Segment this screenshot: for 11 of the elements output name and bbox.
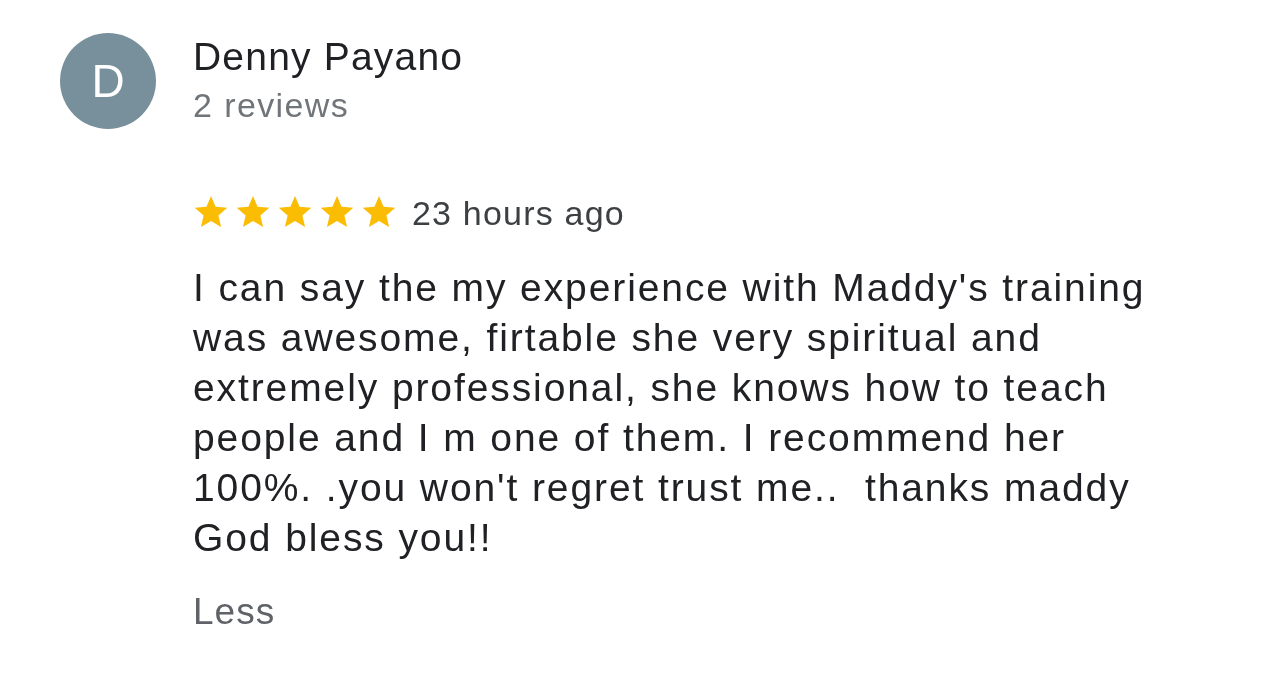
star-icon xyxy=(235,196,271,230)
less-link[interactable]: Less xyxy=(193,590,276,634)
star-icon xyxy=(319,196,355,230)
star-icon xyxy=(361,196,397,230)
reviewer-name[interactable]: Denny Payano xyxy=(193,33,464,81)
review-time: 23 hours ago xyxy=(412,193,625,233)
review-count: 2 reviews xyxy=(193,85,351,126)
star-icon xyxy=(193,196,229,230)
avatar[interactable]: D xyxy=(60,33,156,129)
review-text: I can say the my experience with Maddy's training was awesome, firtable she very spiritual and extremely professional, she knows how to teach people and I m one of them. I recommend her 100%. .you won't regret trust me.. thanks maddy God bless you!! xyxy=(193,265,1147,561)
star-icon xyxy=(277,196,313,230)
